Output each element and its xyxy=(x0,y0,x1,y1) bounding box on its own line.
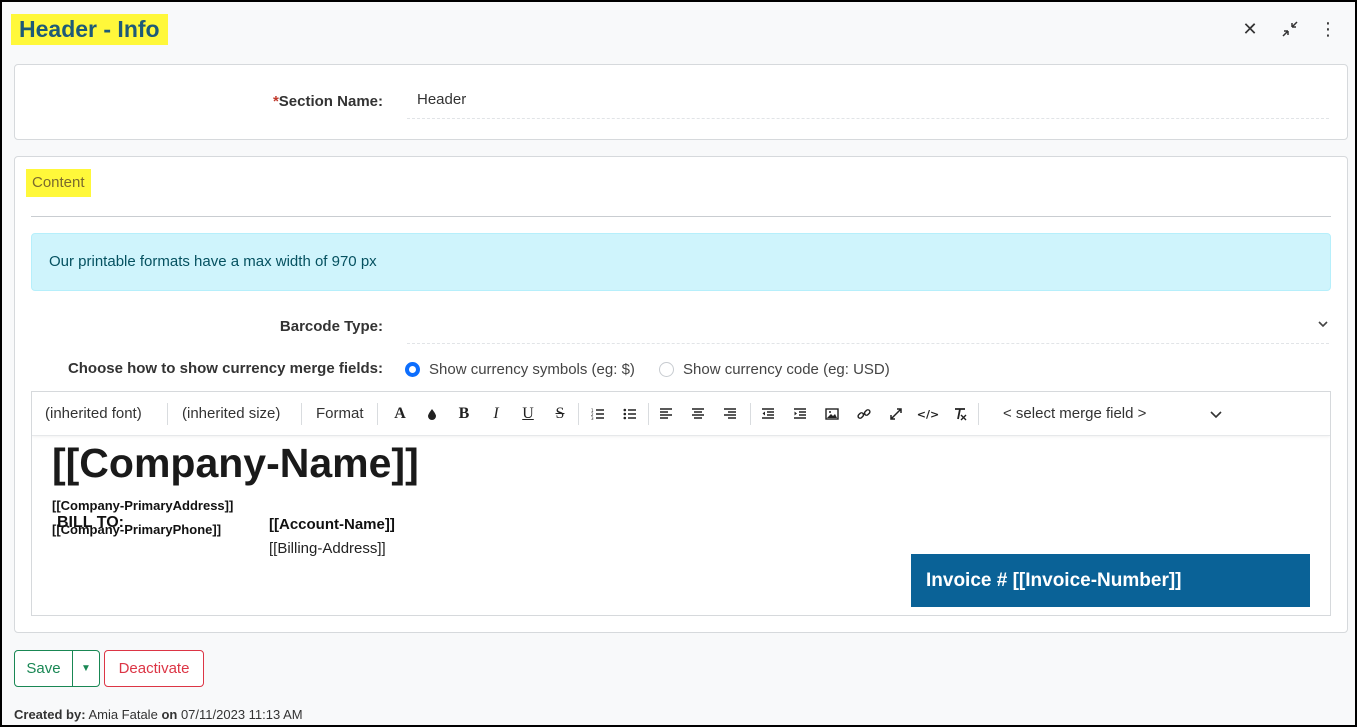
created-on-date: 07/11/2023 11:13 AM xyxy=(180,707,303,722)
currency-symbol-radio[interactable] xyxy=(405,362,420,377)
billing-address-merge: [[Billing-Address]] xyxy=(269,540,386,557)
barcode-type-select[interactable] xyxy=(407,311,1329,344)
chevron-down-icon[interactable] xyxy=(1206,404,1226,424)
toolbar-separator xyxy=(648,403,649,425)
currency-label: Choose how to show currency merge fields… xyxy=(67,360,383,377)
account-name-merge: [[Account-Name]] xyxy=(269,516,395,533)
bill-to-label: BILL TO: xyxy=(57,514,124,531)
close-icon[interactable]: ✕ xyxy=(1239,18,1261,40)
align-right-glyph xyxy=(724,408,736,419)
company-address-merge: [[Company-PrimaryAddress]] xyxy=(52,498,234,513)
created-by-label: Created by: xyxy=(14,707,86,722)
unordered-list-icon[interactable] xyxy=(620,404,640,424)
ordered-list-icon[interactable]: 123 xyxy=(588,404,608,424)
divider xyxy=(31,216,1331,217)
toolbar-separator xyxy=(377,403,378,425)
invoice-number-box: Invoice # [[Invoice-Number]] xyxy=(911,554,1310,607)
currency-symbol-label[interactable]: Show currency symbols (eg: $) xyxy=(429,361,635,378)
code-view-icon[interactable]: </> xyxy=(917,404,939,424)
content-heading: Content xyxy=(26,169,91,197)
font-color-icon[interactable]: A xyxy=(390,404,410,424)
save-button[interactable]: Save xyxy=(14,650,73,687)
format-dropdown[interactable]: Format xyxy=(316,405,364,422)
section-name-card: *Section Name: Header xyxy=(14,64,1348,140)
toolbar-separator xyxy=(750,403,751,425)
chevron-down-icon[interactable] xyxy=(1317,317,1329,333)
editor-toolbar: (inherited font) (inherited size) Format… xyxy=(32,392,1330,436)
toolbar-separator xyxy=(167,403,168,425)
align-left-icon[interactable] xyxy=(656,404,676,424)
clear-format-icon[interactable] xyxy=(950,404,970,424)
fullscreen-glyph xyxy=(890,408,902,420)
image-icon[interactable] xyxy=(822,404,842,424)
indent-glyph xyxy=(794,408,806,419)
strikethrough-icon[interactable]: S xyxy=(550,404,570,424)
rich-text-editor[interactable]: (inherited font) (inherited size) Format… xyxy=(31,391,1331,616)
section-name-label: *Section Name: xyxy=(215,93,383,110)
info-alert: Our printable formats have a max width o… xyxy=(31,233,1331,291)
unordered-list-glyph xyxy=(623,408,636,420)
link-icon[interactable] xyxy=(854,404,874,424)
align-center-glyph xyxy=(692,408,704,419)
more-vertical-icon[interactable]: ⋮ xyxy=(1317,18,1339,40)
link-glyph xyxy=(857,409,871,419)
bold-icon[interactable]: B xyxy=(454,404,474,424)
align-left-glyph xyxy=(660,408,672,419)
fullscreen-icon[interactable] xyxy=(886,404,906,424)
outdent-icon[interactable] xyxy=(758,404,778,424)
chevron-down-glyph xyxy=(1318,321,1328,328)
underline-icon[interactable]: U xyxy=(518,404,538,424)
section-name-input[interactable]: Header xyxy=(407,91,1329,119)
created-on-label: on xyxy=(161,707,178,722)
toolbar-separator xyxy=(301,403,302,425)
created-by-info: Created by: Amia Fatale on 07/11/2023 11… xyxy=(14,707,303,722)
created-by-user: Amia Fatale xyxy=(88,707,158,722)
indent-icon[interactable] xyxy=(790,404,810,424)
toolbar-separator xyxy=(578,403,579,425)
svg-text:3: 3 xyxy=(591,416,594,421)
company-name-merge: [[Company-Name]] xyxy=(52,440,419,486)
deactivate-button[interactable]: Deactivate xyxy=(104,650,204,687)
page-title: Header - Info xyxy=(11,14,168,45)
content-card: Content Our printable formats have a max… xyxy=(14,156,1348,633)
collapse-icon[interactable] xyxy=(1279,18,1301,40)
ordered-list-glyph: 123 xyxy=(591,408,604,421)
outdent-glyph xyxy=(762,408,774,419)
barcode-type-label: Barcode Type: xyxy=(279,318,383,335)
highlight-color-icon[interactable] xyxy=(422,404,442,424)
align-right-icon[interactable] xyxy=(720,404,740,424)
toolbar-separator xyxy=(978,403,979,425)
droplet-glyph xyxy=(428,409,436,420)
font-size-dropdown[interactable]: (inherited size) xyxy=(182,405,280,422)
font-family-dropdown[interactable]: (inherited font) xyxy=(45,405,142,422)
currency-code-label[interactable]: Show currency code (eg: USD) xyxy=(683,361,890,378)
currency-code-radio[interactable] xyxy=(659,362,674,377)
align-center-icon[interactable] xyxy=(688,404,708,424)
italic-icon[interactable]: I xyxy=(486,404,506,424)
image-glyph xyxy=(825,408,839,420)
merge-field-select[interactable]: < select merge field > xyxy=(1003,405,1146,422)
chevron-down-glyph xyxy=(1210,411,1222,419)
section-name-label-text: Section Name: xyxy=(278,93,383,110)
clear-format-glyph xyxy=(955,408,967,421)
save-options-caret-icon[interactable]: ▼ xyxy=(72,650,100,687)
collapse-glyph xyxy=(1282,21,1298,37)
